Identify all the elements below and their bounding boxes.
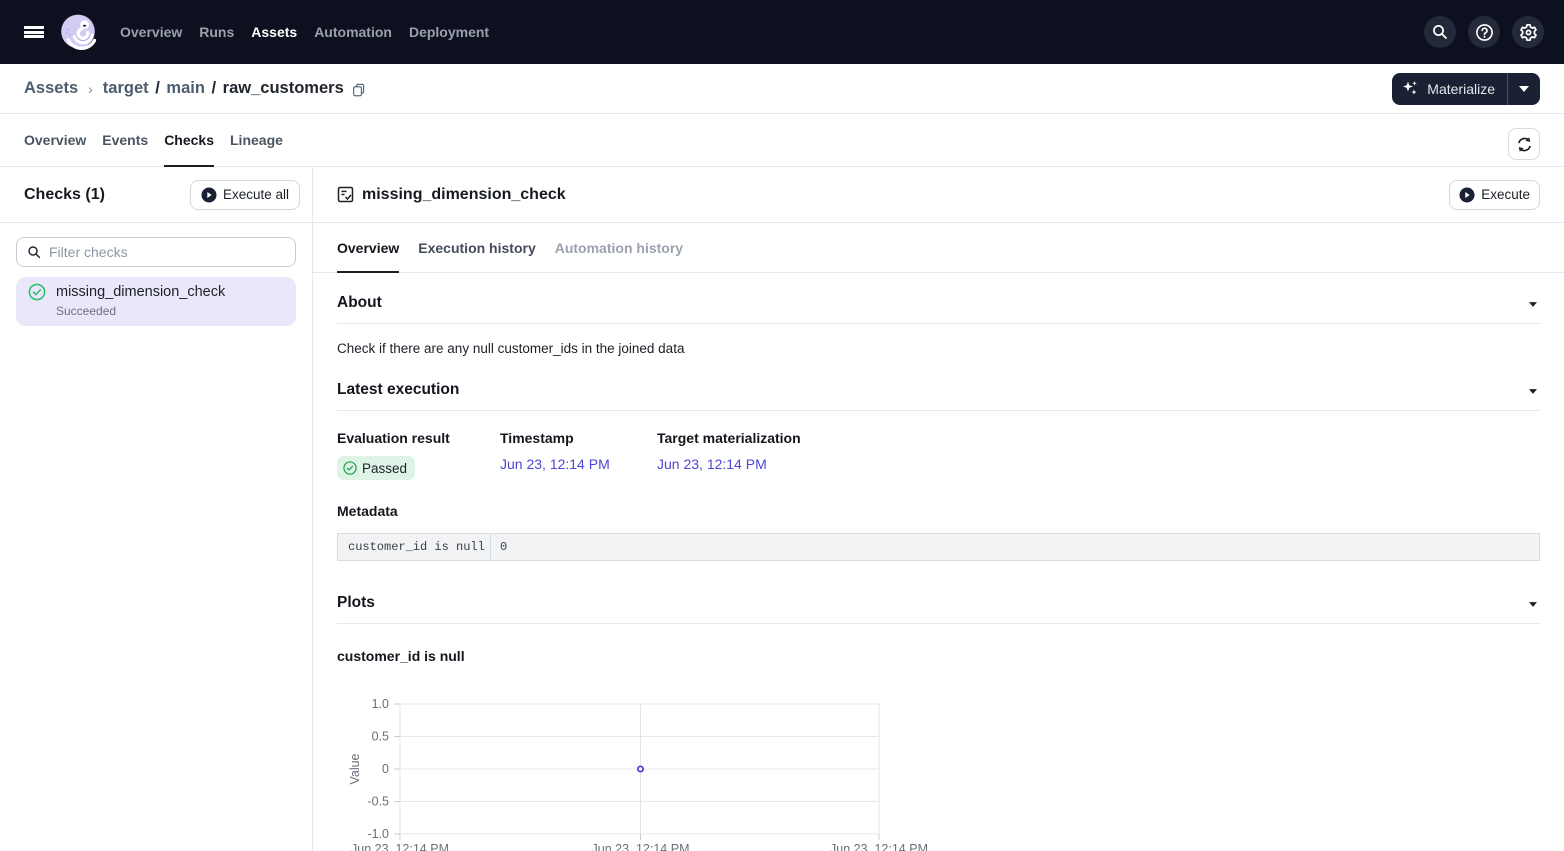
svg-text:-1.0: -1.0: [367, 827, 389, 841]
svg-text:Value: Value: [348, 753, 362, 784]
svg-text:0: 0: [382, 762, 389, 776]
svg-text:Jun 23, 12:14 PM: Jun 23, 12:14 PM: [592, 842, 690, 851]
svg-text:0.5: 0.5: [372, 730, 389, 744]
svg-text:Jun 23, 12:14 PM: Jun 23, 12:14 PM: [830, 842, 928, 851]
svg-text:Jun 23, 12:14 PM: Jun 23, 12:14 PM: [351, 842, 449, 851]
svg-text:1.0: 1.0: [372, 697, 389, 711]
svg-text:-0.5: -0.5: [367, 795, 389, 809]
